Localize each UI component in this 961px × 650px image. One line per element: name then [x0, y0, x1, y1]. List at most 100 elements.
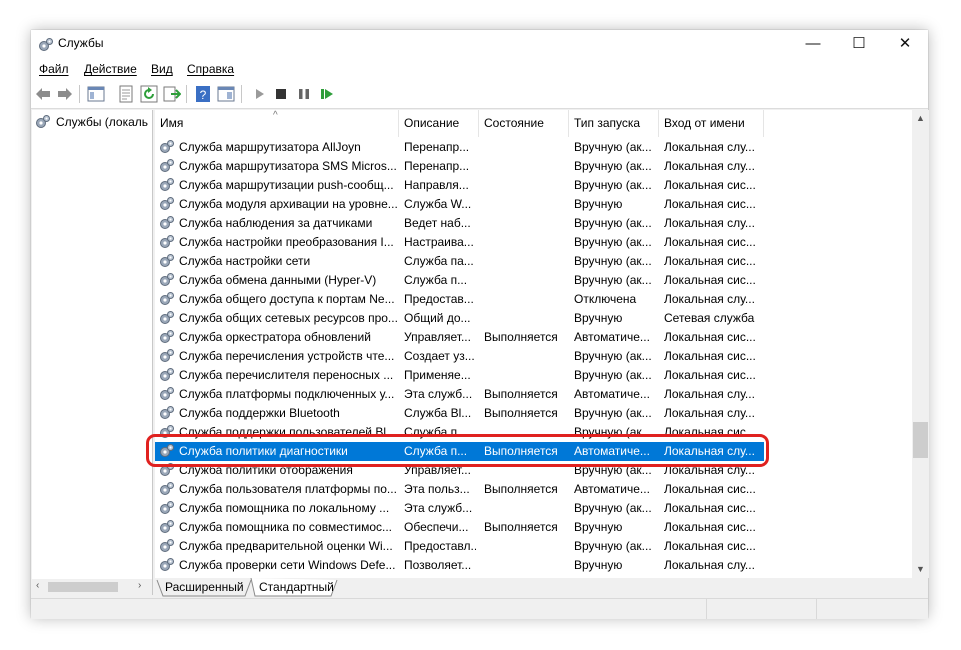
service-cell-name: Служба маршрутизатора AllJoyn — [179, 140, 361, 154]
service-cell-logon: Сетевая служба — [664, 311, 755, 325]
toolbar: ? — [31, 80, 928, 109]
service-cell-desc: Служба п... — [404, 273, 468, 287]
service-row[interactable]: Служба обмена данными (Hyper-V) Служба п.… — [155, 271, 764, 290]
close-button[interactable]: ✕ — [882, 30, 928, 58]
service-cell-desc: Эта польз... — [404, 482, 470, 496]
tree-horizontal-scrollbar[interactable]: ‹ › — [32, 579, 152, 595]
forward-arrow-icon[interactable] — [56, 85, 74, 103]
service-cell-startup: Вручную — [574, 520, 623, 534]
column-header-status[interactable]: Состояние — [479, 110, 569, 137]
start-service-icon[interactable] — [251, 85, 269, 103]
service-cell-logon: Локальная сис... — [664, 178, 756, 192]
service-cell-startup: Вручную (ак... — [574, 254, 652, 268]
service-cell-logon: Локальная сис... — [664, 330, 756, 344]
service-row[interactable]: Служба наблюдения за датчиками Ведет наб.… — [155, 214, 764, 233]
service-row[interactable]: Служба перечисления устройств чте... Созд… — [155, 347, 764, 366]
tab-extended[interactable]: Расширенный — [159, 578, 250, 596]
scroll-up-arrow-icon[interactable]: ▲ — [912, 110, 929, 127]
column-header-label: Описание — [404, 116, 460, 130]
service-gear-icon — [160, 311, 174, 324]
service-row[interactable]: Служба перечислителя переносных ... Приме… — [155, 366, 764, 385]
service-cell-name: Служба модуля архивации на уровне... — [179, 197, 398, 211]
back-arrow-icon[interactable] — [34, 85, 52, 103]
service-cell-desc: Применяе... — [404, 368, 471, 382]
service-row[interactable]: Служба настройки сети Служба па... Вручную… — [155, 252, 764, 271]
console-tree-icon[interactable] — [87, 85, 105, 103]
tab-standard[interactable]: Стандартный — [253, 578, 340, 596]
service-row[interactable]: Служба модуля архивации на уровне... Служ… — [155, 195, 764, 214]
service-cell-logon: Локальная слу... — [664, 387, 755, 401]
service-cell-startup: Вручную (ак... — [574, 273, 652, 287]
service-row[interactable]: Служба проверки сети Windows Defe... Позв… — [155, 556, 764, 575]
scroll-down-arrow-icon[interactable]: ▼ — [912, 561, 929, 578]
service-cell-startup: Вручную — [574, 558, 623, 572]
service-cell-status: Выполняется — [484, 520, 558, 534]
stop-service-icon[interactable] — [272, 85, 290, 103]
restart-service-icon[interactable] — [318, 85, 336, 103]
service-row[interactable]: Служба настройки преобразования I... Наст… — [155, 233, 764, 252]
menu-help[interactable]: Справка — [187, 62, 234, 76]
column-header-description[interactable]: Описание — [399, 110, 479, 137]
service-cell-name: Служба платформы подключенных у... — [179, 387, 395, 401]
minimize-button[interactable]: — — [790, 30, 836, 58]
service-gear-icon — [160, 140, 174, 153]
service-row[interactable]: Служба общего доступа к портам Ne... Пред… — [155, 290, 764, 309]
column-header-label: Имя — [160, 116, 184, 130]
refresh-icon[interactable] — [140, 85, 158, 103]
service-row[interactable]: Служба предварительной оценки Wi... Предо… — [155, 537, 764, 556]
properties-icon[interactable] — [117, 85, 135, 103]
menu-file[interactable]: Файл — [39, 62, 69, 76]
export-list-icon[interactable] — [163, 85, 181, 103]
scroll-right-arrow-icon[interactable]: › — [138, 580, 141, 591]
service-cell-name: Служба настройки преобразования I... — [179, 235, 394, 249]
service-cell-logon: Локальная сис... — [664, 482, 756, 496]
service-cell-name: Служба наблюдения за датчиками — [179, 216, 373, 230]
maximize-button[interactable]: ☐ — [836, 30, 882, 58]
service-cell-name: Служба предварительной оценки Wi... — [179, 539, 393, 553]
list-vertical-scrollbar[interactable]: ▲ ▼ — [912, 110, 929, 578]
service-gear-icon — [160, 216, 174, 229]
menu-view[interactable]: Вид — [151, 62, 173, 76]
service-row[interactable]: Служба пользователя платформы по... Эта п… — [155, 480, 764, 499]
show-pane-icon[interactable] — [217, 85, 235, 103]
column-header-logon-as[interactable]: Вход от имени — [659, 110, 764, 137]
service-cell-logon: Локальная сис... — [664, 501, 756, 515]
pause-service-icon[interactable] — [295, 85, 313, 103]
service-row[interactable]: Служба маршрутизатора SMS Micros... Перен… — [155, 157, 764, 176]
service-row[interactable]: Служба оркестратора обновлений Управляет.… — [155, 328, 764, 347]
menu-action[interactable]: Действие — [84, 62, 137, 76]
column-header-name[interactable]: ^ Имя — [155, 110, 399, 137]
service-gear-icon — [160, 254, 174, 267]
service-row[interactable]: Служба маршрутизатора AllJoyn Перенапр...… — [155, 138, 764, 157]
scroll-thumb[interactable] — [913, 422, 928, 458]
toolbar-separator — [186, 85, 187, 103]
service-row[interactable]: Служба общих сетевых ресурсов про... Общи… — [155, 309, 764, 328]
service-cell-logon: Локальная слу... — [664, 140, 755, 154]
service-cell-desc: Служба W... — [404, 197, 472, 211]
service-cell-startup: Вручную — [574, 311, 623, 325]
service-row[interactable]: Служба помощника по совместимос... Обеспе… — [155, 518, 764, 537]
service-cell-desc: Служба Bl... — [404, 406, 472, 420]
service-gear-icon — [160, 501, 174, 514]
service-cell-name: Служба помощника по локальному ... — [179, 501, 390, 515]
service-cell-desc: Предостав... — [404, 292, 474, 306]
sort-ascending-icon: ^ — [273, 110, 278, 121]
service-gear-icon — [160, 292, 174, 305]
service-row[interactable]: Служба маршрутизации push-сообщ... Направ… — [155, 176, 764, 195]
service-row[interactable]: Служба помощника по локальному ... Эта сл… — [155, 499, 764, 518]
service-row[interactable]: Служба поддержки Bluetooth Служба Bl... Вы… — [155, 404, 764, 423]
scroll-left-arrow-icon[interactable]: ‹ — [36, 580, 39, 591]
status-divider — [706, 599, 707, 619]
help-icon[interactable]: ? — [194, 85, 212, 103]
window-title: Службы — [58, 36, 104, 50]
column-header-startup-type[interactable]: Тип запуска — [569, 110, 659, 137]
service-gear-icon — [160, 273, 174, 286]
title-bar[interactable]: Службы — ☐ ✕ — [31, 30, 928, 58]
service-cell-logon: Локальная сис... — [664, 539, 756, 553]
service-cell-logon: Локальная сис... — [664, 520, 756, 534]
service-row[interactable]: Служба платформы подключенных у... Эта сл… — [155, 385, 764, 404]
tree-item-services-local[interactable]: Службы (локаль — [35, 114, 152, 130]
scroll-thumb[interactable] — [48, 582, 118, 592]
service-cell-name: Служба маршрутизации push-сообщ... — [179, 178, 394, 192]
service-cell-logon: Локальная сис... — [664, 235, 756, 249]
